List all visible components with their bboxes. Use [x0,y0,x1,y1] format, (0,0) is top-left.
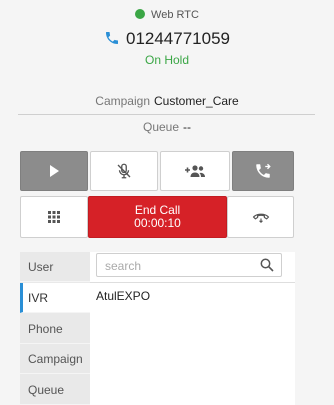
mute-button[interactable] [90,151,158,191]
phone-icon [105,32,118,44]
queue-value: -- [183,120,192,134]
queue-label: Queue [142,120,180,134]
status-label: Web RTC [151,9,199,21]
add-participant-button[interactable] [160,151,230,191]
tab-phone[interactable]: Phone [20,314,90,344]
resume-play-button[interactable] [20,151,88,191]
connection-status: Web RTC [0,9,334,21]
caller-number-row: 01244771059 [0,29,334,49]
search-icon[interactable] [260,258,274,272]
phone-number: 01244771059 [125,29,230,48]
mic-muted-icon [117,163,131,179]
tab-campaign[interactable]: Campaign [20,344,90,374]
add-users-icon [185,165,205,177]
hangup-button[interactable] [227,196,294,238]
dialpad-button[interactable] [20,196,88,238]
call-state: On Hold [144,53,190,67]
campaign-value: Customer_Care [154,94,239,108]
list-divider [90,282,295,283]
transfer-call-button[interactable] [232,151,294,191]
campaign-info: Campaign Customer_Care [0,94,334,108]
transfer-tabs: User IVR Phone Campaign Queue [20,252,90,405]
status-online-icon [135,9,146,19]
divider [18,114,315,115]
queue-info: Queue -- [0,120,334,134]
hangup-icon [252,213,269,224]
tab-user[interactable]: User [20,252,90,282]
end-call-button[interactable]: End Call 00:00:10 [88,196,227,238]
search-box [96,253,282,277]
list-item[interactable]: AtulEXPO [96,289,150,303]
tab-ivr[interactable]: IVR [20,283,90,313]
play-icon [50,165,59,177]
tab-queue[interactable]: Queue [20,375,90,405]
phone-forward-icon [256,163,271,178]
call-timer: 00:00:10 [134,216,181,230]
campaign-label: Campaign [95,94,150,108]
search-input[interactable] [103,255,257,277]
dialpad-icon [48,211,60,223]
